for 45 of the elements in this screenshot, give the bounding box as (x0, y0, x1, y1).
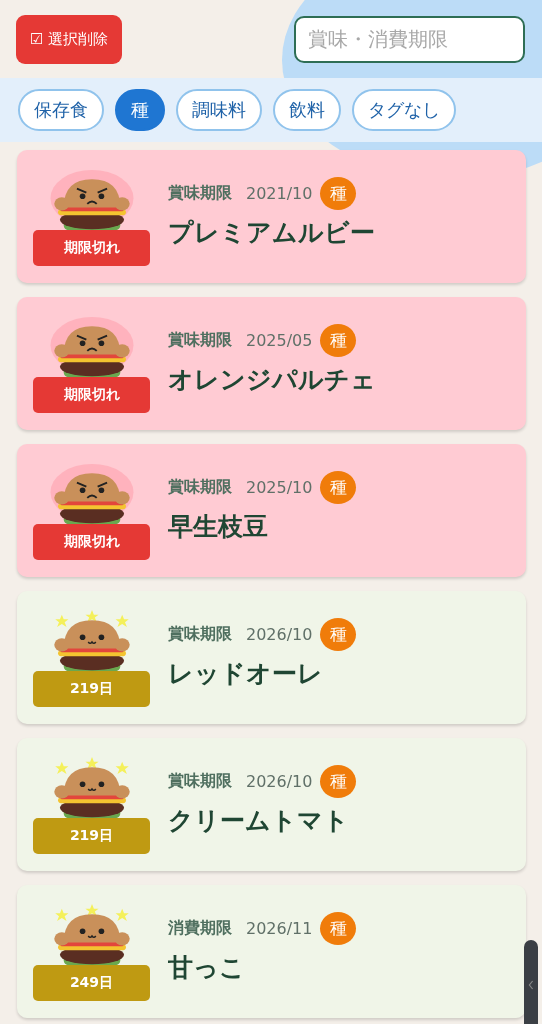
food-item-card[interactable]: 期限切れ 賞味期限 2025/05 種 オレンジパルチェ (17, 297, 526, 430)
tag-badge: 種 (320, 176, 357, 210)
expiry-date: 2025/10 (246, 477, 313, 497)
side-panel-handle[interactable] (524, 940, 538, 1024)
remaining-days-badge: 期限切れ (33, 523, 150, 560)
food-name: 早生枝豆 (168, 510, 269, 543)
expiry-date: 2021/10 (246, 183, 313, 203)
tag-badge: 種 (320, 470, 357, 504)
remaining-days-badge: 期限切れ (33, 229, 150, 266)
date-type-label: 賞味期限 (168, 623, 232, 645)
tag-filter-chip[interactable]: 調味料 (176, 89, 262, 131)
expiry-date: 2026/11 (246, 918, 313, 938)
remaining-days-badge: 219日 (33, 670, 150, 707)
food-item-card[interactable]: 219日 賞味期限 2026/10 種 クリームトマト (17, 738, 526, 871)
chevron-left-icon (527, 978, 535, 992)
date-type-label: 賞味期限 (168, 182, 232, 204)
tag-filter-chip[interactable]: 保存食 (18, 89, 104, 131)
food-name: レッドオーレ (168, 657, 324, 690)
tag-badge: 種 (320, 323, 357, 357)
remaining-days-badge: 249日 (33, 964, 150, 1001)
remaining-days-badge: 219日 (33, 817, 150, 854)
date-type-label: 賞味期限 (168, 770, 232, 792)
tag-badge: 種 (320, 764, 357, 798)
expiry-search-field[interactable]: 賞味・消費期限 (294, 15, 525, 63)
food-name: クリームトマト (168, 804, 350, 837)
tag-filter-chip[interactable]: タグなし (352, 89, 456, 131)
food-item-card[interactable]: 219日 賞味期限 2026/10 種 レッドオーレ (17, 591, 526, 724)
tag-badge: 種 (320, 617, 357, 651)
date-type-label: 賞味期限 (168, 329, 232, 351)
tag-filter-chip[interactable]: 飲料 (273, 89, 341, 131)
food-name: 甘っこ (168, 951, 246, 984)
expiry-date: 2025/05 (246, 330, 313, 350)
expiry-date: 2026/10 (246, 624, 313, 644)
food-item-card[interactable]: 期限切れ 賞味期限 2025/10 種 早生枝豆 (17, 444, 526, 577)
food-name: プレミアムルビー (168, 216, 375, 249)
delete-selected-button[interactable]: ☑ 選択削除 (16, 14, 123, 64)
date-type-label: 消費期限 (168, 917, 232, 939)
tag-badge: 種 (320, 911, 357, 945)
food-item-card[interactable]: 期限切れ 賞味期限 2021/10 種 プレミアムルビー (17, 150, 526, 283)
remaining-days-badge: 期限切れ (33, 376, 150, 413)
food-name: オレンジパルチェ (168, 363, 376, 396)
date-type-label: 賞味期限 (168, 476, 232, 498)
tag-filter-chip[interactable]: 種 (115, 89, 165, 131)
food-item-card[interactable]: 249日 消費期限 2026/11 種 甘っこ (17, 885, 526, 1018)
expiry-date: 2026/10 (246, 771, 313, 791)
